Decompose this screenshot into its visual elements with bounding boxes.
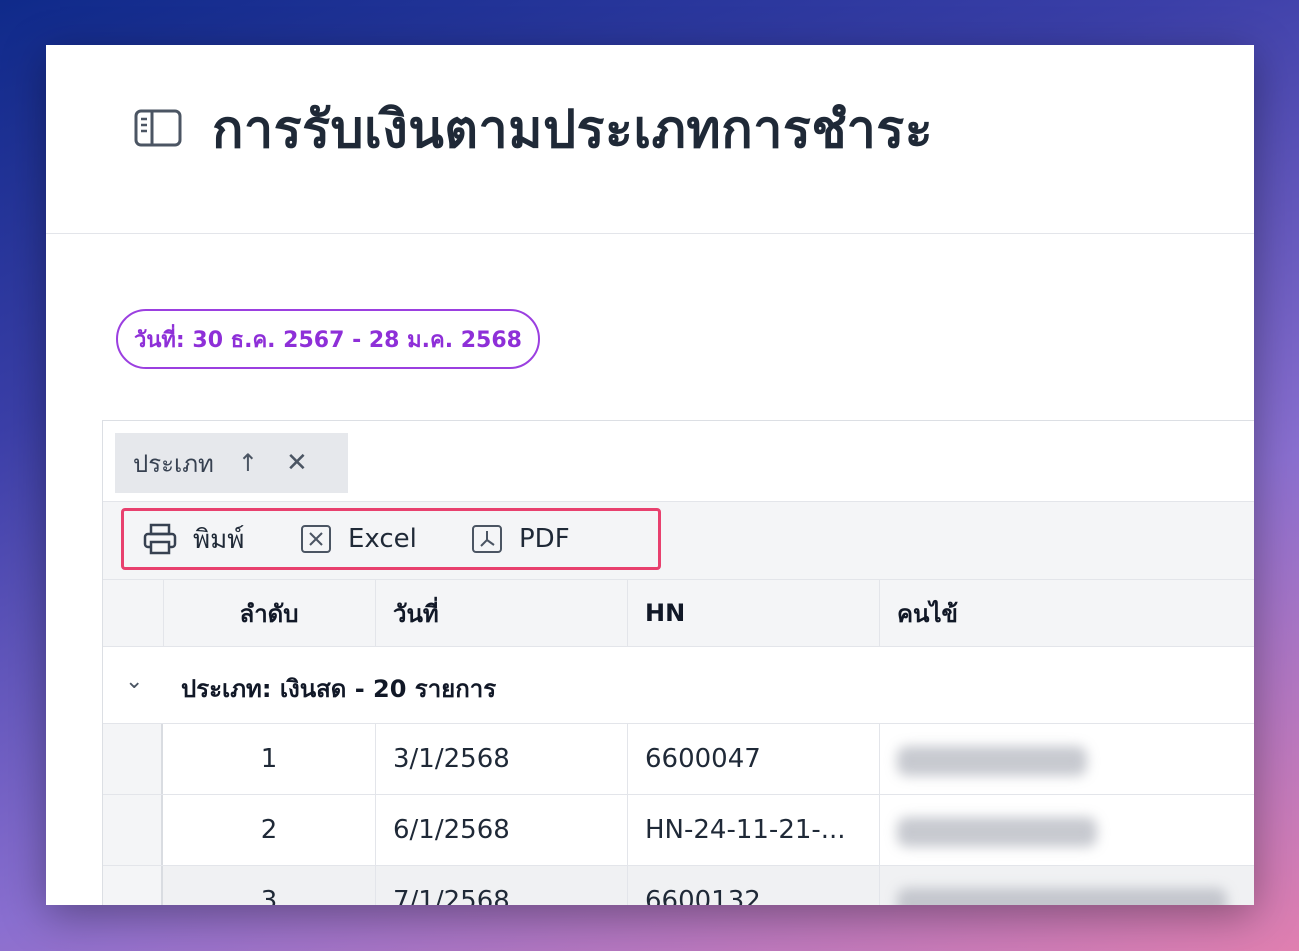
group-row-label: ประเภท: เงินสด - 20 รายการ [181,675,497,703]
printer-icon [143,523,177,555]
cell-patient-redacted [897,746,1087,776]
sort-asc-icon[interactable]: ↑ [238,449,258,477]
excel-icon [301,525,331,553]
pdf-label: PDF [519,524,570,554]
cell-hn: 6600132 [645,886,761,905]
cell-date: 3/1/2568 [393,744,510,774]
table-row[interactable]: 1 3/1/2568 6600047 [103,724,1254,795]
group-panel: ประเภท ↑ ✕ [103,421,1254,502]
table-row[interactable]: 2 6/1/2568 HN-24-11-21-... [103,795,1254,866]
report-panel: การรับเงินตามประเภทการชำระ วันที่: 30 ธ.… [46,45,1254,905]
group-indent [103,866,163,905]
cell-order: 1 [260,744,278,774]
cell-date: 7/1/2568 [393,886,510,905]
column-header-date[interactable]: วันที่ [393,580,623,646]
group-chip-label: ประเภท [133,449,214,478]
close-icon[interactable]: ✕ [286,448,308,478]
pdf-export-button[interactable]: PDF [471,514,570,564]
group-row-cash[interactable]: ⌄ ประเภท: เงินสด - 20 รายการ [103,647,1254,724]
cell-order: 3 [260,886,278,905]
print-label: พิมพ์ [193,524,245,555]
group-indent [103,724,163,794]
table-row[interactable]: 3 7/1/2568 6600132 [103,866,1254,905]
date-range-badge[interactable]: วันที่: 30 ธ.ค. 2567 - 28 ม.ค. 2568 [116,309,540,369]
sidebar-panel-icon[interactable] [134,109,182,147]
excel-label: Excel [348,524,417,554]
chevron-down-icon[interactable]: ⌄ [125,669,143,694]
cell-hn: 6600047 [645,744,761,774]
data-grid: ประเภท ↑ ✕ พิมพ์ Excel PDF ลำดับ วันที่ … [102,420,1254,905]
excel-export-button[interactable]: Excel [300,514,417,564]
page-title: การรับเงินตามประเภทการชำระ [212,100,934,160]
table-header: ลำดับ วันที่ HN คนไข้ [103,580,1254,647]
column-header-order[interactable]: ลำดับ [163,580,375,646]
pdf-icon [472,525,502,553]
print-button[interactable]: พิมพ์ [143,514,244,564]
group-chip-type[interactable]: ประเภท ↑ ✕ [115,433,348,493]
column-header-patient[interactable]: คนไข้ [897,580,1197,646]
cell-patient-redacted [897,888,1227,905]
cell-order: 2 [260,815,278,845]
page-header: การรับเงินตามประเภทการชำระ [46,45,1254,234]
column-header-hn[interactable]: HN [645,580,875,646]
cell-hn: HN-24-11-21-... [645,815,846,845]
cell-patient-redacted [897,817,1097,847]
group-indent [103,795,163,865]
export-toolbar: พิมพ์ Excel PDF [103,502,1254,580]
cell-date: 6/1/2568 [393,815,510,845]
